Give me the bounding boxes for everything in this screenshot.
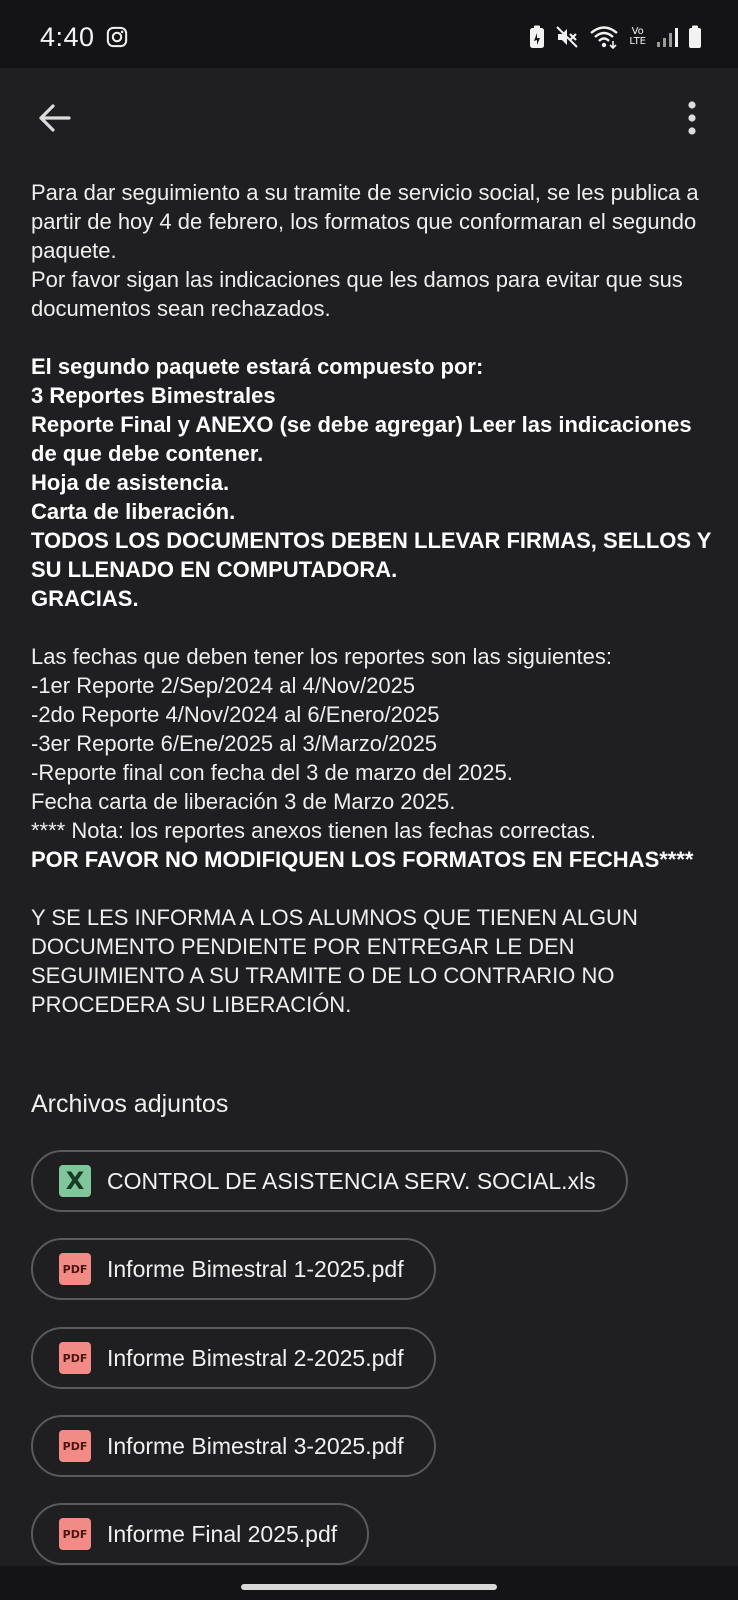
attachment-chip-xls[interactable]: X CONTROL DE ASISTENCIA SERV. SOCIAL.xls <box>31 1150 628 1212</box>
status-icons: Vo LTE <box>529 24 702 50</box>
volte-bottom-label: LTE <box>629 36 646 47</box>
back-button[interactable] <box>30 94 78 142</box>
message-paragraph-package: El segundo paquete estará compuesto por:… <box>31 352 721 613</box>
more-options-button[interactable] <box>676 94 708 142</box>
attachment-name: CONTROL DE ASISTENCIA SERV. SOCIAL.xls <box>107 1167 596 1194</box>
pdf-file-icon: PDF <box>59 1253 91 1285</box>
attachment-chip-pdf-final[interactable]: PDF Informe Final 2025.pdf <box>31 1503 370 1565</box>
attachment-chip-pdf-2[interactable]: PDF Informe Bimestral 2-2025.pdf <box>31 1327 436 1389</box>
more-vert-icon <box>688 101 696 135</box>
status-time: 4:40 <box>40 22 95 52</box>
message-package-bold: El segundo paquete estará compuesto por:… <box>31 354 712 611</box>
battery-saver-icon <box>530 25 545 48</box>
message-body: Para dar seguimiento a su tramite de ser… <box>31 178 721 1019</box>
status-bar: 4:40 Vo LTE <box>0 0 738 68</box>
message-warning-bold: POR FAVOR NO MODIFIQUEN LOS FORMATOS EN … <box>31 847 694 872</box>
gesture-handle[interactable] <box>241 1584 497 1590</box>
navigation-bar <box>0 1566 738 1600</box>
pdf-file-icon: PDF <box>59 1342 91 1374</box>
mute-icon <box>556 26 579 48</box>
attachment-name: Informe Bimestral 2-2025.pdf <box>107 1344 404 1371</box>
attachment-chip-pdf-1[interactable]: PDF Informe Bimestral 1-2025.pdf <box>31 1238 436 1300</box>
message-paragraph-intro: Para dar seguimiento a su tramite de ser… <box>31 180 699 321</box>
app-bar <box>0 68 738 160</box>
attachments-title: Archivos adjuntos <box>31 1090 229 1118</box>
attachment-name: Informe Bimestral 3-2025.pdf <box>107 1432 404 1459</box>
message-paragraph-dates: Las fechas que deben tener los reportes … <box>31 644 612 843</box>
excel-file-icon: X <box>59 1165 91 1197</box>
pdf-file-icon: PDF <box>59 1518 91 1550</box>
instagram-icon <box>106 26 128 48</box>
wifi-icon <box>590 26 619 49</box>
battery-icon <box>689 25 701 48</box>
attachment-name: Informe Final 2025.pdf <box>107 1520 338 1547</box>
message-paragraph-notice: Y SE LES INFORMA A LOS ALUMNOS QUE TIENE… <box>31 905 638 1017</box>
message-paragraph-warning: POR FAVOR NO MODIFIQUEN LOS FORMATOS EN … <box>31 845 721 874</box>
signal-icon <box>657 28 678 47</box>
attachment-name: Informe Bimestral 1-2025.pdf <box>107 1255 404 1282</box>
arrow-back-icon <box>39 104 71 132</box>
volte-icon: Vo LTE <box>629 27 646 47</box>
attachment-chip-pdf-3[interactable]: PDF Informe Bimestral 3-2025.pdf <box>31 1415 436 1477</box>
pdf-file-icon: PDF <box>59 1430 91 1462</box>
